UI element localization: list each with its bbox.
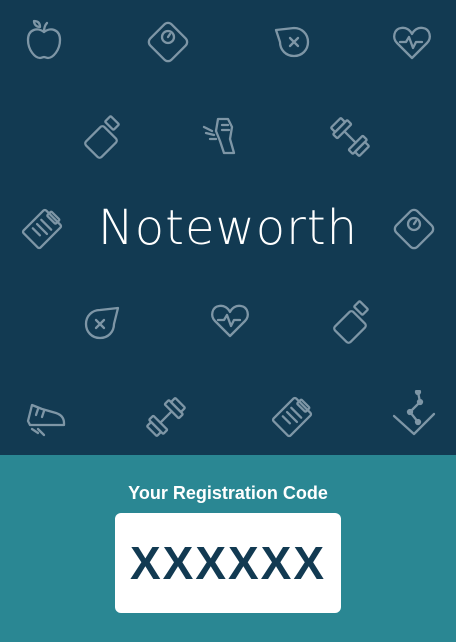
clipboard-icon xyxy=(268,393,316,441)
dumbbell-icon xyxy=(142,393,190,441)
heart-rate-icon xyxy=(388,18,436,66)
blood-drop-icon xyxy=(268,18,316,66)
registration-card: Noteworth Your Registration Code XXXXXX xyxy=(0,0,456,642)
registration-code-value: XXXXXX xyxy=(129,537,327,589)
pill-bottle-icon xyxy=(327,298,375,346)
registration-code-box: XXXXXX xyxy=(115,513,341,613)
header-panel: Noteworth xyxy=(0,0,456,455)
heart-rate-icon xyxy=(206,296,254,344)
blood-drop-icon xyxy=(78,298,126,346)
pill-bottle-icon xyxy=(78,113,126,161)
line-chart-icon xyxy=(390,390,438,438)
running-shoe-icon xyxy=(198,113,246,161)
brand-name: Noteworth xyxy=(97,200,359,256)
apple-icon xyxy=(20,18,68,66)
registration-panel: Your Registration Code XXXXXX xyxy=(0,455,456,642)
dumbbell-icon xyxy=(326,113,374,161)
scale-icon xyxy=(144,18,192,66)
running-shoe-icon xyxy=(22,393,70,441)
registration-code-label: Your Registration Code xyxy=(128,483,328,503)
